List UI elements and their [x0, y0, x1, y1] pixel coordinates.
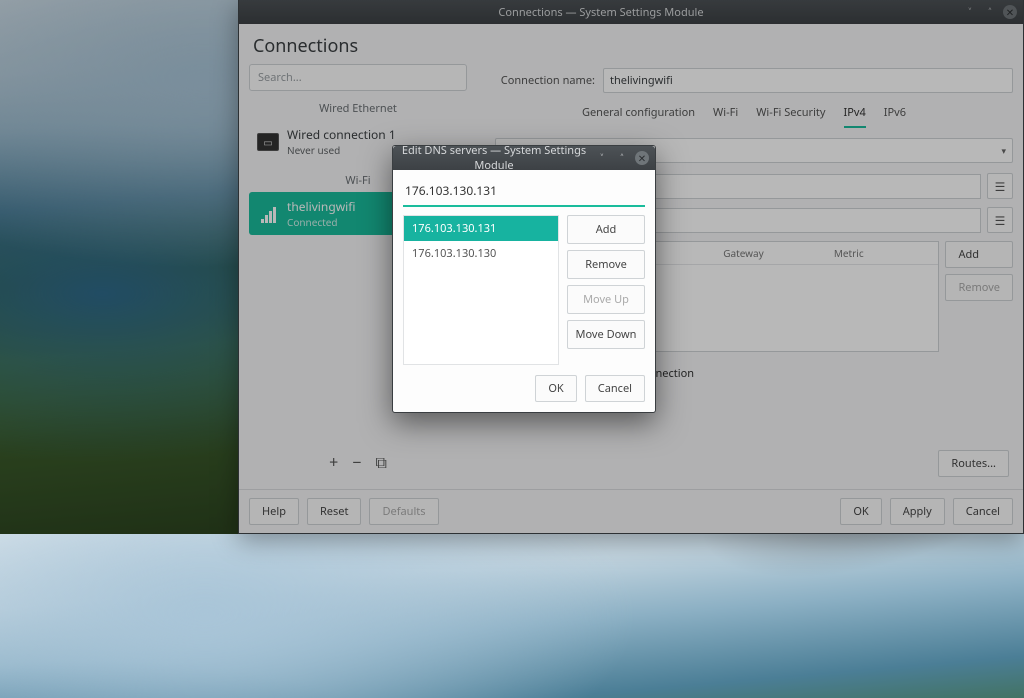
dns-move-down-button[interactable]: Move Down — [567, 320, 645, 349]
dialog-cancel-button[interactable]: Cancel — [585, 375, 645, 402]
dns-entry-input[interactable] — [403, 178, 645, 207]
edit-dns-dialog: Edit DNS servers — System Settings Modul… — [392, 145, 656, 413]
dns-move-up-button[interactable]: Move Up — [567, 285, 645, 314]
dialog-maximize-icon[interactable]: ˄ — [615, 151, 629, 166]
dialog-ok-button[interactable]: OK — [535, 375, 576, 402]
dialog-minimize-icon[interactable]: ˅ — [595, 151, 609, 166]
dns-add-button[interactable]: Add — [567, 215, 645, 244]
dialog-close-icon[interactable]: ✕ — [635, 151, 649, 165]
dialog-titlebar: Edit DNS servers — System Settings Modul… — [393, 146, 655, 170]
dialog-title: Edit DNS servers — System Settings Modul… — [399, 143, 589, 173]
dns-list[interactable]: 176.103.130.131 176.103.130.130 — [403, 215, 559, 365]
dns-list-item[interactable]: 176.103.130.130 — [404, 241, 558, 266]
dns-list-item[interactable]: 176.103.130.131 — [404, 216, 558, 241]
dns-remove-button[interactable]: Remove — [567, 250, 645, 279]
